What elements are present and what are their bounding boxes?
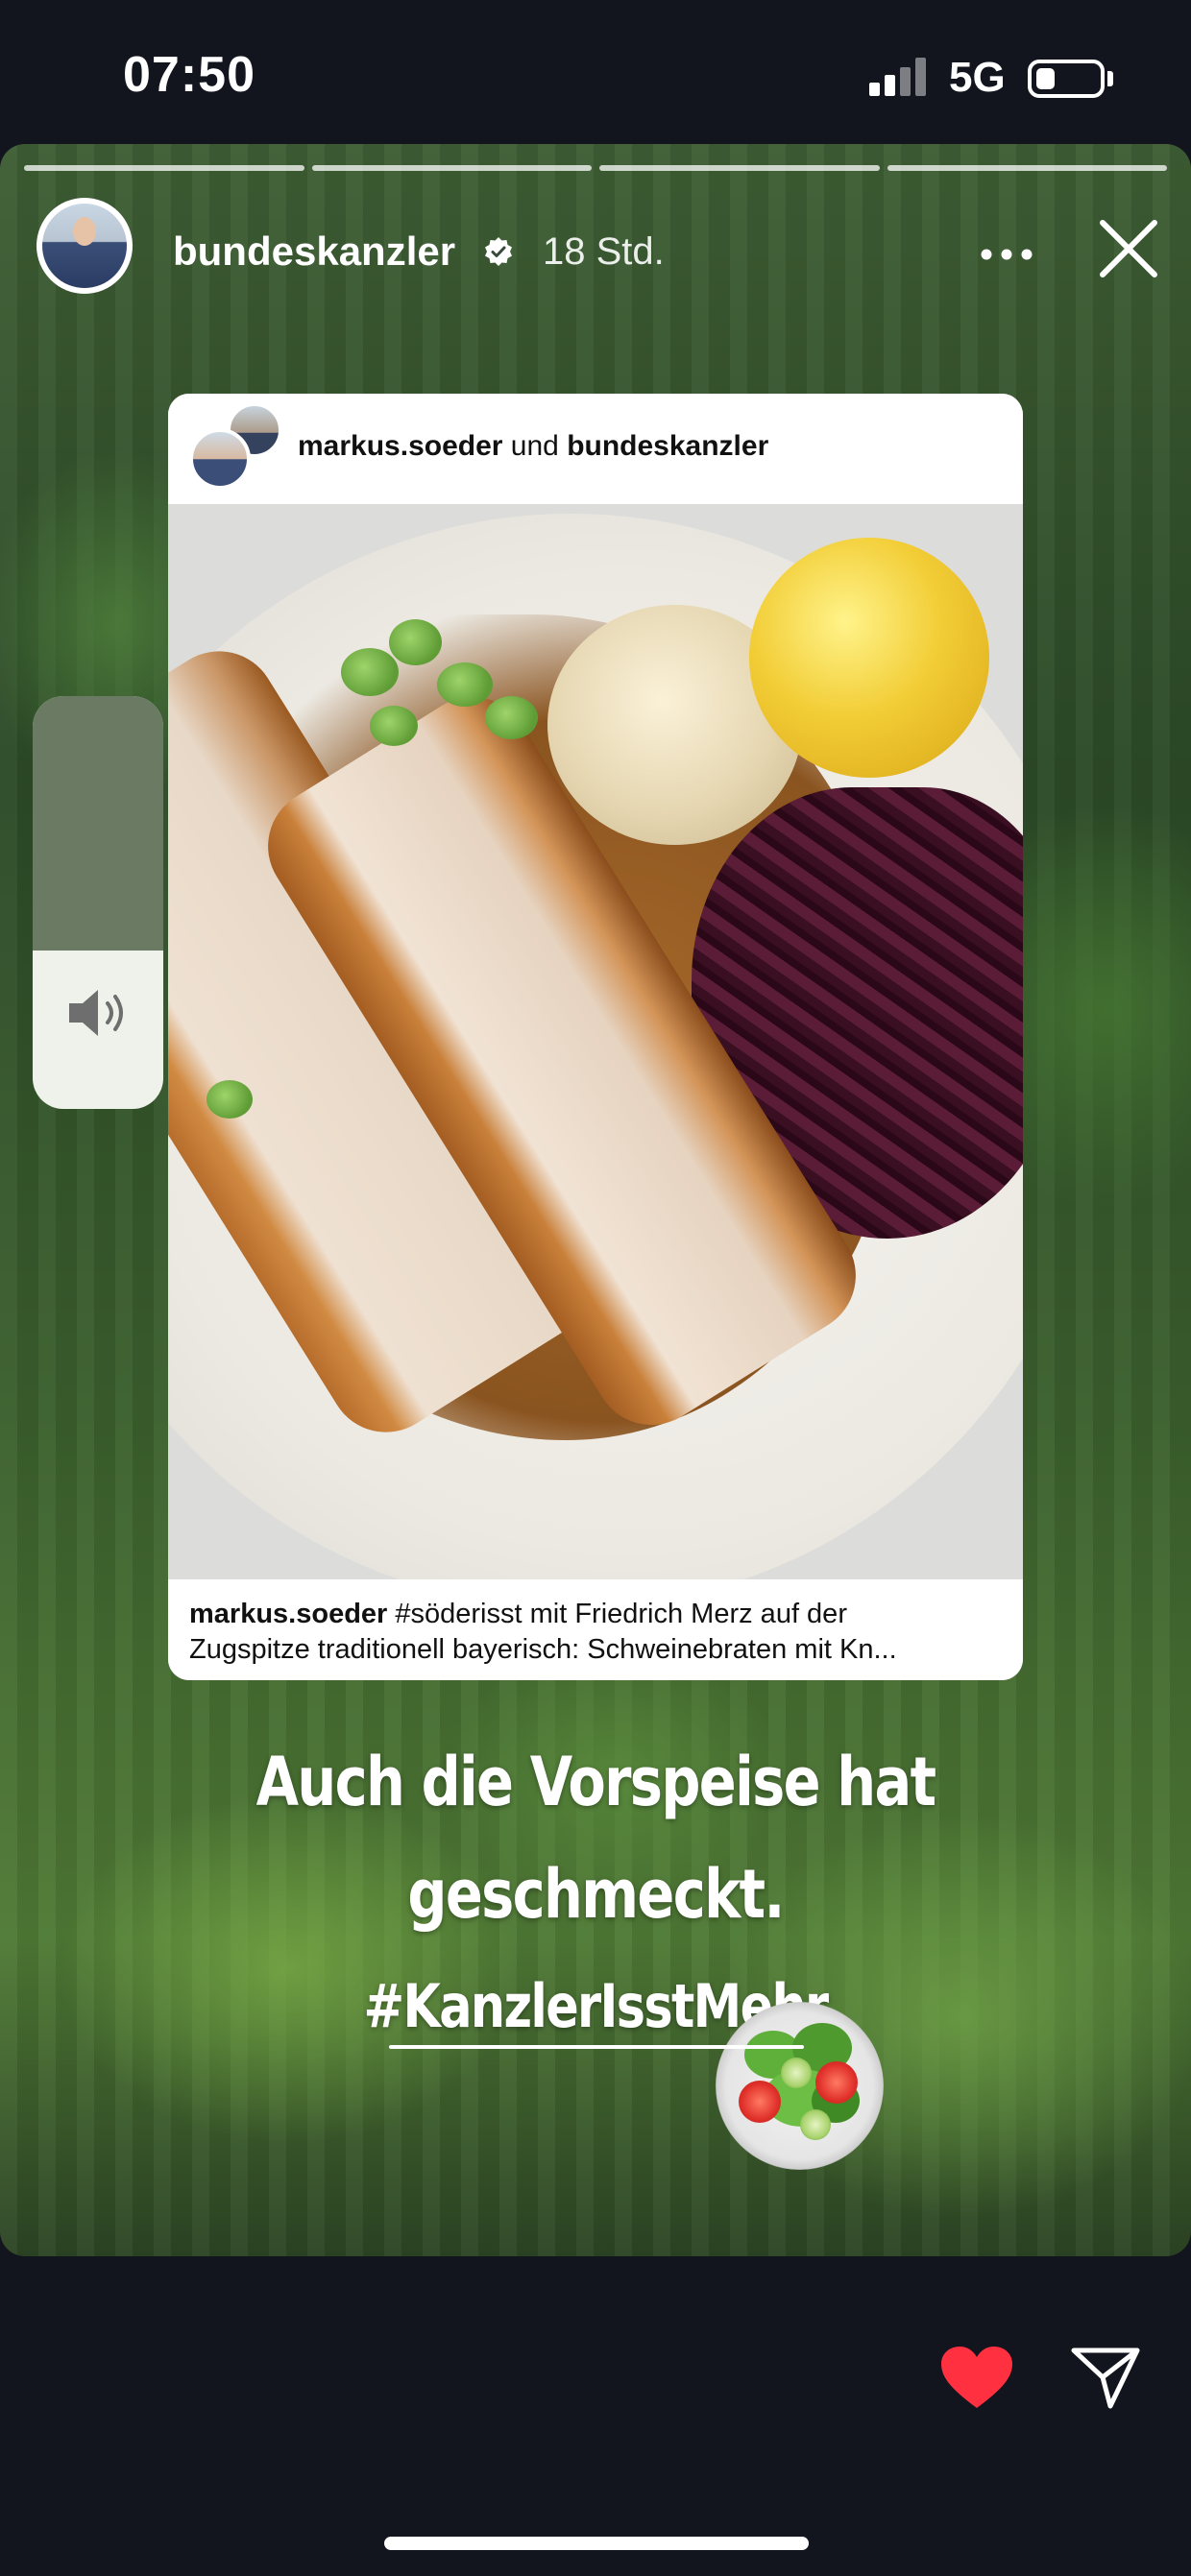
shared-post-avatars [189, 403, 285, 499]
network-type: 5G [949, 54, 1006, 101]
shared-post-photo [168, 504, 1023, 1579]
photo-herb [437, 662, 493, 707]
story-time-ago: 18 Std. [543, 230, 665, 273]
caption-username: markus.soeder [189, 1599, 388, 1629]
story-progress-segment [599, 165, 880, 171]
heart-icon[interactable] [939, 2345, 1014, 2412]
story-progress-segment [24, 165, 304, 171]
home-indicator [384, 2537, 809, 2550]
shared-post-authors: markus.soeder und bundeskanzler [298, 430, 768, 463]
photo-herb [485, 696, 538, 739]
collab-username: bundeskanzler [567, 430, 769, 462]
more-horizontal-icon[interactable] [980, 248, 1033, 261]
story-view[interactable]: bundeskanzler 18 Std. markus.soeder und … [0, 144, 1191, 2256]
verified-badge-icon [485, 237, 512, 266]
photo-herb [341, 648, 399, 696]
shared-post-caption: markus.soeder #söderisst mit Friedrich M… [168, 1579, 1023, 1680]
author-username: markus.soeder [298, 430, 503, 462]
caption-line-1: markus.soeder #söderisst mit Friedrich M… [189, 1597, 1002, 1632]
photo-herb [389, 619, 442, 665]
profile-avatar[interactable] [36, 198, 133, 294]
author-joiner: und [502, 430, 568, 462]
shared-post-card[interactable]: markus.soeder und bundeskanzler markus.s… [168, 394, 1023, 1680]
overlay-hashtag[interactable]: #KanzlerIsstMehr [108, 1971, 1084, 2041]
story-progress-segment [311, 165, 592, 171]
battery-level [1036, 68, 1055, 89]
salad-emoji-icon [716, 2002, 884, 2170]
battery-icon [1028, 60, 1105, 98]
author-avatar [189, 428, 251, 490]
volume-track [33, 696, 163, 951]
avatar-photo [42, 204, 127, 288]
overlay-text-line-2: geschmeckt. [407, 1855, 785, 1934]
close-icon[interactable] [1097, 217, 1160, 280]
story-progress-segment [887, 165, 1167, 171]
signal-strength-icon [869, 58, 931, 96]
status-bar: 07:50 5G [0, 0, 1191, 154]
overlay-text-line-1: Auch die Vorspeise hat [255, 1743, 936, 1821]
story-username[interactable]: bundeskanzler [173, 229, 455, 275]
status-time: 07:50 [123, 47, 255, 103]
volume-slider[interactable] [33, 696, 163, 1109]
shared-post-header: markus.soeder und bundeskanzler [168, 394, 1023, 504]
caption-text-1: #söderisst mit Friedrich Merz auf der [387, 1599, 847, 1629]
caption-text-2: Zugspitze traditionell bayerisch: Schwei… [189, 1634, 897, 1665]
send-icon[interactable] [1070, 2345, 1141, 2412]
hashtag-underline [389, 2045, 804, 2049]
speaker-icon [69, 990, 123, 1036]
photo-herb [370, 706, 418, 746]
photo-dumpling [749, 538, 989, 778]
battery-tip [1107, 71, 1113, 86]
photo-herb [207, 1080, 253, 1119]
